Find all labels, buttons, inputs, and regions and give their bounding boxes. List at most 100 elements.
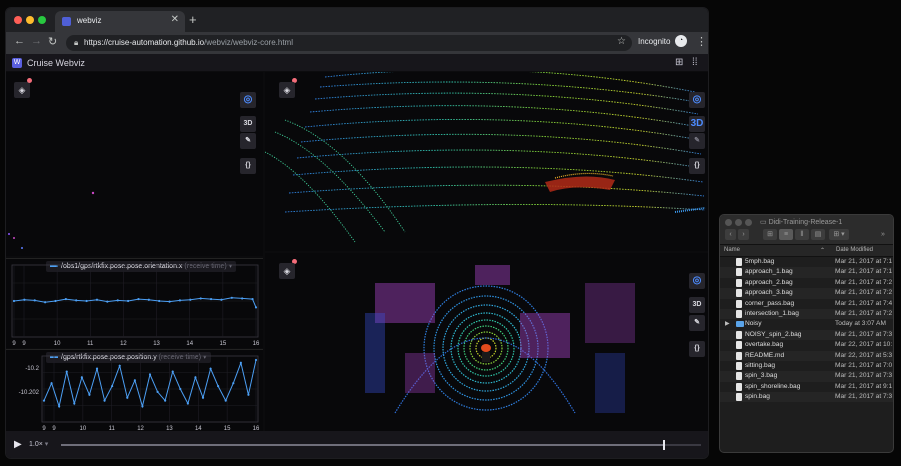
lidar-rings-canvas bbox=[365, 265, 635, 414]
finder-close-button[interactable] bbox=[725, 219, 732, 226]
finder-titlebar: ▭ Didi-Training-Release-1 ‹ › ⊞ ≡ ⫴ ▤ ⊞ … bbox=[720, 215, 893, 245]
data-point bbox=[254, 358, 258, 362]
close-tab-icon[interactable]: ✕ bbox=[171, 14, 179, 25]
finder-back-button[interactable]: ‹ bbox=[725, 229, 736, 240]
finder-row[interactable]: approach_2.bag Mar 21, 2017 at 7:2 bbox=[720, 278, 893, 288]
file-date: Mar 21, 2017 at 7:2 bbox=[835, 309, 893, 317]
view-gallery-button[interactable]: ▤ bbox=[811, 229, 825, 240]
zoom-window-button[interactable] bbox=[38, 16, 46, 24]
timeline-slider[interactable] bbox=[61, 440, 701, 450]
layers-status-dot bbox=[27, 78, 32, 83]
timeline-thumb[interactable] bbox=[662, 440, 665, 450]
layers-button[interactable]: ◈ bbox=[14, 82, 30, 98]
file-date: Mar 21, 2017 at 7:3 bbox=[835, 330, 893, 338]
file-name: corner_pass.bag bbox=[745, 299, 795, 307]
finder-row[interactable]: approach_1.bag Mar 21, 2017 at 7:1 bbox=[720, 267, 893, 278]
debug-braces-button[interactable]: {} bbox=[689, 341, 705, 357]
file-name: approach_1.bag bbox=[745, 268, 793, 276]
document-icon bbox=[736, 372, 742, 381]
add-panel-icon[interactable]: ⊞ bbox=[675, 57, 683, 68]
timeline-progress bbox=[61, 444, 663, 446]
browser-menu-icon[interactable]: ⋮ bbox=[696, 35, 707, 48]
playback-controls: ▶ 1.0× ▾ bbox=[6, 431, 708, 458]
data-point bbox=[189, 298, 192, 301]
address-bar[interactable]: 🔒︎ https://cruise-automation.github.io/w… bbox=[66, 35, 632, 51]
debug-braces-button[interactable]: {} bbox=[689, 158, 705, 174]
finder-row[interactable]: ▶ Noisy Today at 3:07 AM bbox=[720, 319, 893, 329]
minimize-window-button[interactable] bbox=[26, 16, 34, 24]
finder-minimize-button[interactable] bbox=[735, 219, 742, 226]
data-point bbox=[118, 364, 121, 367]
play-button[interactable]: ▶ bbox=[14, 439, 22, 450]
series-line bbox=[43, 359, 257, 409]
data-point bbox=[141, 405, 144, 408]
bookmark-star-icon[interactable]: ☆ bbox=[617, 36, 626, 47]
finder-zoom-button[interactable] bbox=[745, 219, 752, 226]
data-point bbox=[164, 399, 167, 402]
new-tab-button[interactable]: + bbox=[189, 12, 197, 27]
back-button[interactable]: ← bbox=[14, 35, 25, 47]
measure-tool-button[interactable]: ✎ bbox=[689, 315, 705, 331]
finder-row[interactable]: intersection_1.bag Mar 21, 2017 at 7:2 bbox=[720, 308, 893, 320]
orientation-plot-svg: 9 9 10 11 12 13 14 15 16 bbox=[11, 264, 260, 347]
file-date: Mar 21, 2017 at 7:2 bbox=[835, 289, 893, 297]
finder-row[interactable]: sitting.bag Mar 21, 2017 at 7:0 bbox=[720, 361, 893, 371]
finder-row[interactable]: NOISY_spin_2.bag Mar 21, 2017 at 7:3 bbox=[720, 329, 893, 341]
layouts-grid-icon[interactable]: ⁞⁞ bbox=[692, 57, 698, 68]
finder-file-list: 5mph.bag Mar 21, 2017 at 7:1 approach_1.ba… bbox=[720, 257, 893, 403]
3d-panel-bottom-right[interactable]: ◈ ◎ 3D ✎ {} bbox=[265, 253, 708, 431]
data-point bbox=[158, 299, 161, 303]
series-line bbox=[13, 297, 257, 308]
webviz-header: W Cruise Webviz ⊞ ⁞⁞ bbox=[6, 54, 708, 72]
group-menu-button[interactable]: ⊞ ▾ bbox=[829, 229, 849, 240]
view-icons-button[interactable]: ⊞ bbox=[763, 229, 777, 240]
3d-panel-top-right[interactable]: ◈ ◎ 3D ✎ {} bbox=[265, 72, 708, 251]
finder-row[interactable]: spin_shoreline.bag Mar 21, 2017 at 9:1 bbox=[720, 382, 893, 392]
tab-webviz[interactable]: webviz ✕ bbox=[55, 11, 185, 32]
measure-tool-button[interactable]: ✎ bbox=[240, 133, 256, 149]
finder-column-headers: Name ⌃ Date Modified bbox=[720, 245, 893, 257]
file-date: Mar 22, 2017 at 5:3 bbox=[835, 351, 893, 359]
reload-button[interactable]: ↻ bbox=[48, 35, 57, 48]
follow-target-button[interactable]: ◎ bbox=[689, 273, 705, 289]
debug-braces-button[interactable]: {} bbox=[240, 158, 256, 174]
playback-speed-select[interactable]: 1.0× ▾ bbox=[29, 440, 48, 448]
finder-row[interactable]: spin_3.bag Mar 21, 2017 at 7:3 bbox=[720, 371, 893, 382]
layers-button[interactable]: ◈ bbox=[279, 82, 295, 98]
data-point bbox=[103, 399, 106, 402]
close-window-button[interactable] bbox=[14, 16, 22, 24]
finder-row[interactable]: approach_3.bag Mar 21, 2017 at 7:2 bbox=[720, 288, 893, 299]
layers-button[interactable]: ◈ bbox=[279, 263, 295, 279]
toggle-3d-button[interactable]: 3D bbox=[240, 116, 256, 132]
toggle-3d-button[interactable]: 3D bbox=[689, 116, 705, 132]
lock-icon: 🔒︎ bbox=[74, 38, 79, 47]
x-tick-label: 9 bbox=[12, 341, 16, 347]
file-name: overtake.bag bbox=[745, 341, 784, 349]
finder-row[interactable]: overtake.bag Mar 22, 2017 at 10: bbox=[720, 340, 893, 350]
file-name: spin_3.bag bbox=[745, 372, 778, 380]
follow-target-button[interactable]: ◎ bbox=[689, 92, 705, 108]
view-columns-button[interactable]: ⫴ bbox=[795, 229, 809, 240]
finder-row[interactable]: README.md Mar 22, 2017 at 5:3 bbox=[720, 350, 893, 361]
column-date-header[interactable]: Date Modified bbox=[836, 247, 873, 253]
document-icon bbox=[736, 341, 742, 350]
measure-tool-button[interactable]: ✎ bbox=[689, 133, 705, 149]
plot-panel-position[interactable]: /gps/rtkfix.pose.pose.position.y (receiv… bbox=[6, 349, 263, 431]
incognito-icon[interactable]: ◔ bbox=[675, 35, 687, 47]
toggle-3d-button[interactable]: 3D bbox=[689, 297, 705, 313]
data-point bbox=[85, 299, 88, 303]
toolbar-overflow-icon[interactable]: » bbox=[877, 229, 889, 240]
finder-row[interactable]: spin.bag Mar 21, 2017 at 7:3 bbox=[720, 392, 893, 403]
plot-panel-orientation[interactable]: /obs1/gps/rtkfix.pose.pose.orientation.x… bbox=[6, 258, 263, 348]
forward-button[interactable]: → bbox=[31, 35, 42, 47]
3d-panel-top-left[interactable]: ◈ ◎ 3D ✎ {} bbox=[6, 72, 263, 256]
view-list-button[interactable]: ≡ bbox=[779, 229, 793, 240]
finder-row[interactable]: 5mph.bag Mar 21, 2017 at 7:1 bbox=[720, 257, 893, 267]
finder-row[interactable]: corner_pass.bag Mar 21, 2017 at 7:4 bbox=[720, 299, 893, 309]
disclosure-triangle-icon[interactable]: ▶ bbox=[725, 320, 730, 327]
column-name-header[interactable]: Name bbox=[724, 247, 740, 253]
follow-target-button[interactable]: ◎ bbox=[240, 92, 256, 108]
file-name: intersection_1.bag bbox=[745, 309, 799, 317]
finder-forward-button[interactable]: › bbox=[738, 229, 749, 240]
data-point bbox=[54, 299, 57, 303]
